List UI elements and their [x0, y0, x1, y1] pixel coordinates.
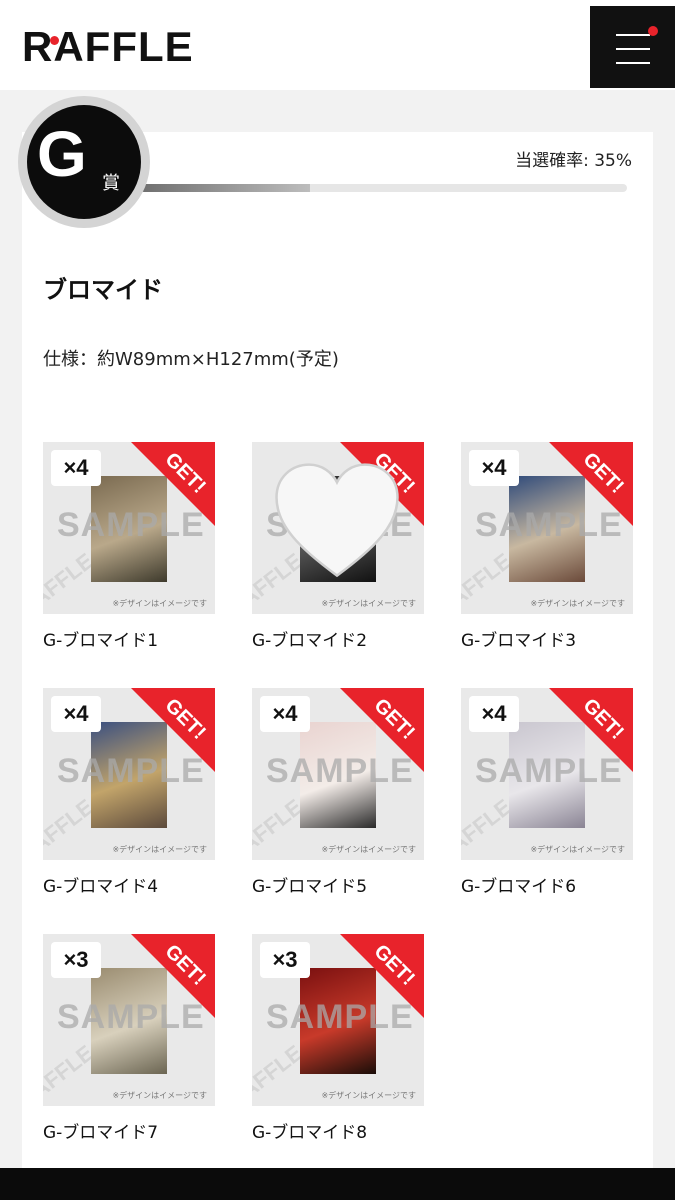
prize-badge-letter: G	[37, 118, 87, 190]
item-thumbnail[interactable]: RAFFLE SAMPLE ※デザインはイメージです GET! ×3	[43, 934, 215, 1106]
item-thumbnail[interactable]: RAFFLE SAMPLE ※デザインはイメージです GET! ×4	[252, 688, 424, 860]
hamburger-icon-bar	[616, 62, 650, 64]
item-name: G-ブロマイド8	[252, 1123, 368, 1143]
hamburger-icon	[616, 34, 650, 36]
item-thumbnail[interactable]: RAFFLE SAMPLE ※デザインはイメージです GET! ×4	[43, 442, 215, 614]
logo-dot	[50, 36, 59, 45]
item-thumbnail[interactable]: RAFFLE SAMPLE ※デザインはイメージです GET!	[252, 442, 424, 614]
quantity-badge: ×4	[469, 450, 519, 486]
item-thumbnail[interactable]: RAFFLE SAMPLE ※デザインはイメージです GET! ×4	[461, 442, 633, 614]
item-name: G-ブロマイド1	[43, 631, 159, 651]
quantity-badge: ×3	[51, 942, 101, 978]
item-name: G-ブロマイド6	[461, 877, 577, 897]
item-thumbnail[interactable]: RAFFLE SAMPLE ※デザインはイメージです GET! ×4	[43, 688, 215, 860]
image-note: ※デザインはイメージです	[112, 845, 207, 854]
item-thumbnail[interactable]: RAFFLE SAMPLE ※デザインはイメージです GET! ×4	[461, 688, 633, 860]
prize-title: ブロマイド	[43, 276, 163, 304]
prize-item[interactable]: RAFFLE SAMPLE ※デザインはイメージです GET! ×4 G-ブロマイ…	[252, 688, 424, 903]
image-note: ※デザインはイメージです	[321, 845, 416, 854]
item-name: G-ブロマイド5	[252, 877, 368, 897]
image-note: ※デザインはイメージです	[112, 1091, 207, 1100]
quantity-badge: ×4	[469, 696, 519, 732]
item-name: G-ブロマイド7	[43, 1123, 159, 1143]
win-rate-fill	[140, 184, 311, 192]
item-name: G-ブロマイド2	[252, 631, 368, 651]
prize-item[interactable]: RAFFLE SAMPLE ※デザインはイメージです GET! ×4 G-ブロマイ…	[43, 688, 215, 903]
prize-item[interactable]: RAFFLE SAMPLE ※デザインはイメージです GET! ×4 G-ブロマイ…	[461, 688, 633, 903]
header: RAFFLE	[0, 0, 675, 90]
item-thumbnail[interactable]: RAFFLE SAMPLE ※デザインはイメージです GET! ×3	[252, 934, 424, 1106]
prize-item[interactable]: RAFFLE SAMPLE ※デザインはイメージです GET! ×3 G-ブロマイ…	[43, 934, 215, 1149]
raffle-logo[interactable]: RAFFLE	[22, 26, 194, 68]
prize-item[interactable]: RAFFLE SAMPLE ※デザインはイメージです GET! ×4 G-ブロマイ…	[43, 442, 215, 657]
menu-button[interactable]	[590, 6, 675, 88]
win-rate-bar	[140, 184, 627, 192]
item-name: G-ブロマイド3	[461, 631, 577, 651]
quantity-badge: ×4	[51, 450, 101, 486]
win-rate-text: 当選確率: 35%	[515, 151, 632, 171]
image-note: ※デザインはイメージです	[321, 599, 416, 608]
prize-spec: 仕様：約W89mm×H127mm(予定)	[43, 349, 339, 370]
prize-item[interactable]: RAFFLE SAMPLE ※デザインはイメージです GET! ×3 G-ブロマイ…	[252, 934, 424, 1149]
notification-dot-icon	[648, 26, 658, 36]
image-note: ※デザインはイメージです	[321, 1091, 416, 1100]
white-heart-icon	[275, 463, 399, 578]
image-note: ※デザインはイメージです	[530, 599, 625, 608]
quantity-badge: ×3	[260, 942, 310, 978]
prize-badge: G 賞	[27, 105, 141, 219]
hamburger-icon-bar	[616, 48, 650, 50]
image-note: ※デザインはイメージです	[112, 599, 207, 608]
prize-badge-suffix: 賞	[102, 173, 120, 194]
image-note: ※デザインはイメージです	[530, 845, 625, 854]
footer	[0, 1168, 675, 1200]
quantity-badge: ×4	[51, 696, 101, 732]
item-name: G-ブロマイド4	[43, 877, 159, 897]
prize-item[interactable]: RAFFLE SAMPLE ※デザインはイメージです GET! G-ブロマイド2	[252, 442, 424, 657]
prize-item[interactable]: RAFFLE SAMPLE ※デザインはイメージです GET! ×4 G-ブロマイ…	[461, 442, 633, 657]
quantity-badge: ×4	[260, 696, 310, 732]
